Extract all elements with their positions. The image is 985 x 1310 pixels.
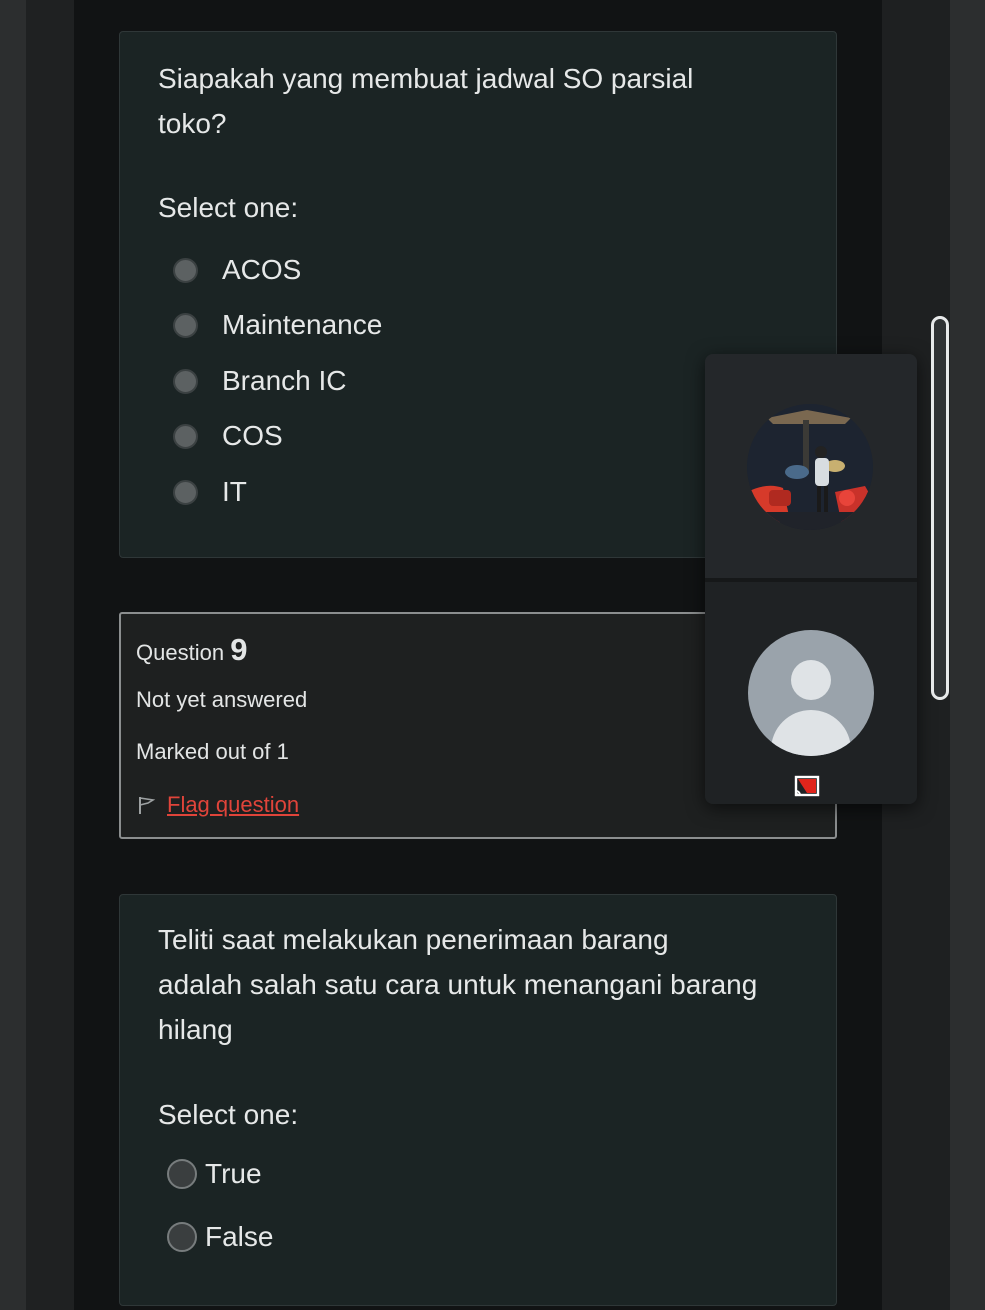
radio-button[interactable] — [173, 368, 198, 394]
question-number: 9 — [230, 632, 248, 667]
left-margin — [0, 0, 26, 1310]
question-8-text-line-2: toko? — [158, 108, 227, 139]
question-9-text-line-2: adalah salah satu cara untuk menangani b… — [158, 969, 758, 1000]
avatar-body — [771, 710, 851, 756]
option-cos[interactable]: COS — [173, 420, 283, 452]
option-branch-ic[interactable]: Branch IC — [173, 365, 347, 397]
radio-button[interactable] — [167, 1159, 197, 1189]
radio-button[interactable] — [173, 257, 198, 283]
question-number-heading: Question 9 — [136, 632, 247, 668]
cast-icon[interactable] — [793, 775, 821, 799]
question-9-text-line-3: hilang — [158, 1014, 233, 1045]
option-false[interactable]: False — [167, 1221, 273, 1253]
option-label: ACOS — [222, 254, 302, 285]
profile-photo-image — [747, 404, 873, 530]
participant-tile-2[interactable] — [705, 582, 917, 804]
option-label: IT — [222, 476, 247, 507]
scrollbar-thumb[interactable] — [931, 316, 949, 700]
marks-text: Marked out of 1 — [136, 739, 289, 764]
question-9-text-line-1: Teliti saat melakukan penerimaan barang — [158, 924, 669, 955]
avatar-head — [791, 660, 831, 700]
flag-question-label[interactable]: Flag question — [167, 792, 299, 818]
flag-question-link[interactable]: Flag question — [136, 792, 299, 818]
question-9-select-label: Select one: — [158, 1099, 299, 1130]
profile-photo — [747, 404, 873, 530]
radio-button[interactable] — [167, 1222, 197, 1252]
option-label: True — [205, 1158, 262, 1189]
option-label: Branch IC — [222, 365, 347, 396]
option-label: Maintenance — [222, 309, 383, 340]
video-call-overlay[interactable] — [705, 354, 917, 804]
right-margin — [950, 0, 985, 1310]
option-acos[interactable]: ACOS — [173, 254, 301, 286]
question-8-text-line-1: Siapakah yang membuat jadwal SO parsial — [158, 63, 694, 94]
question-8-select-label: Select one: — [158, 192, 299, 223]
option-maintenance[interactable]: Maintenance — [173, 309, 382, 341]
option-it[interactable]: IT — [173, 476, 247, 508]
answer-status: Not yet answered — [136, 687, 308, 712]
participant-tile-1[interactable] — [705, 354, 917, 578]
left-gutter — [26, 0, 74, 1310]
default-avatar-icon — [748, 630, 874, 756]
flag-icon — [139, 797, 156, 814]
question-9-card: Teliti saat melakukan penerimaan barang … — [119, 894, 837, 1306]
question-label: Question — [136, 640, 225, 665]
option-label: COS — [222, 420, 283, 451]
radio-button[interactable] — [173, 479, 198, 505]
option-label: False — [205, 1221, 274, 1252]
radio-button[interactable] — [173, 423, 198, 449]
option-true[interactable]: True — [167, 1158, 262, 1190]
radio-button[interactable] — [173, 312, 198, 338]
